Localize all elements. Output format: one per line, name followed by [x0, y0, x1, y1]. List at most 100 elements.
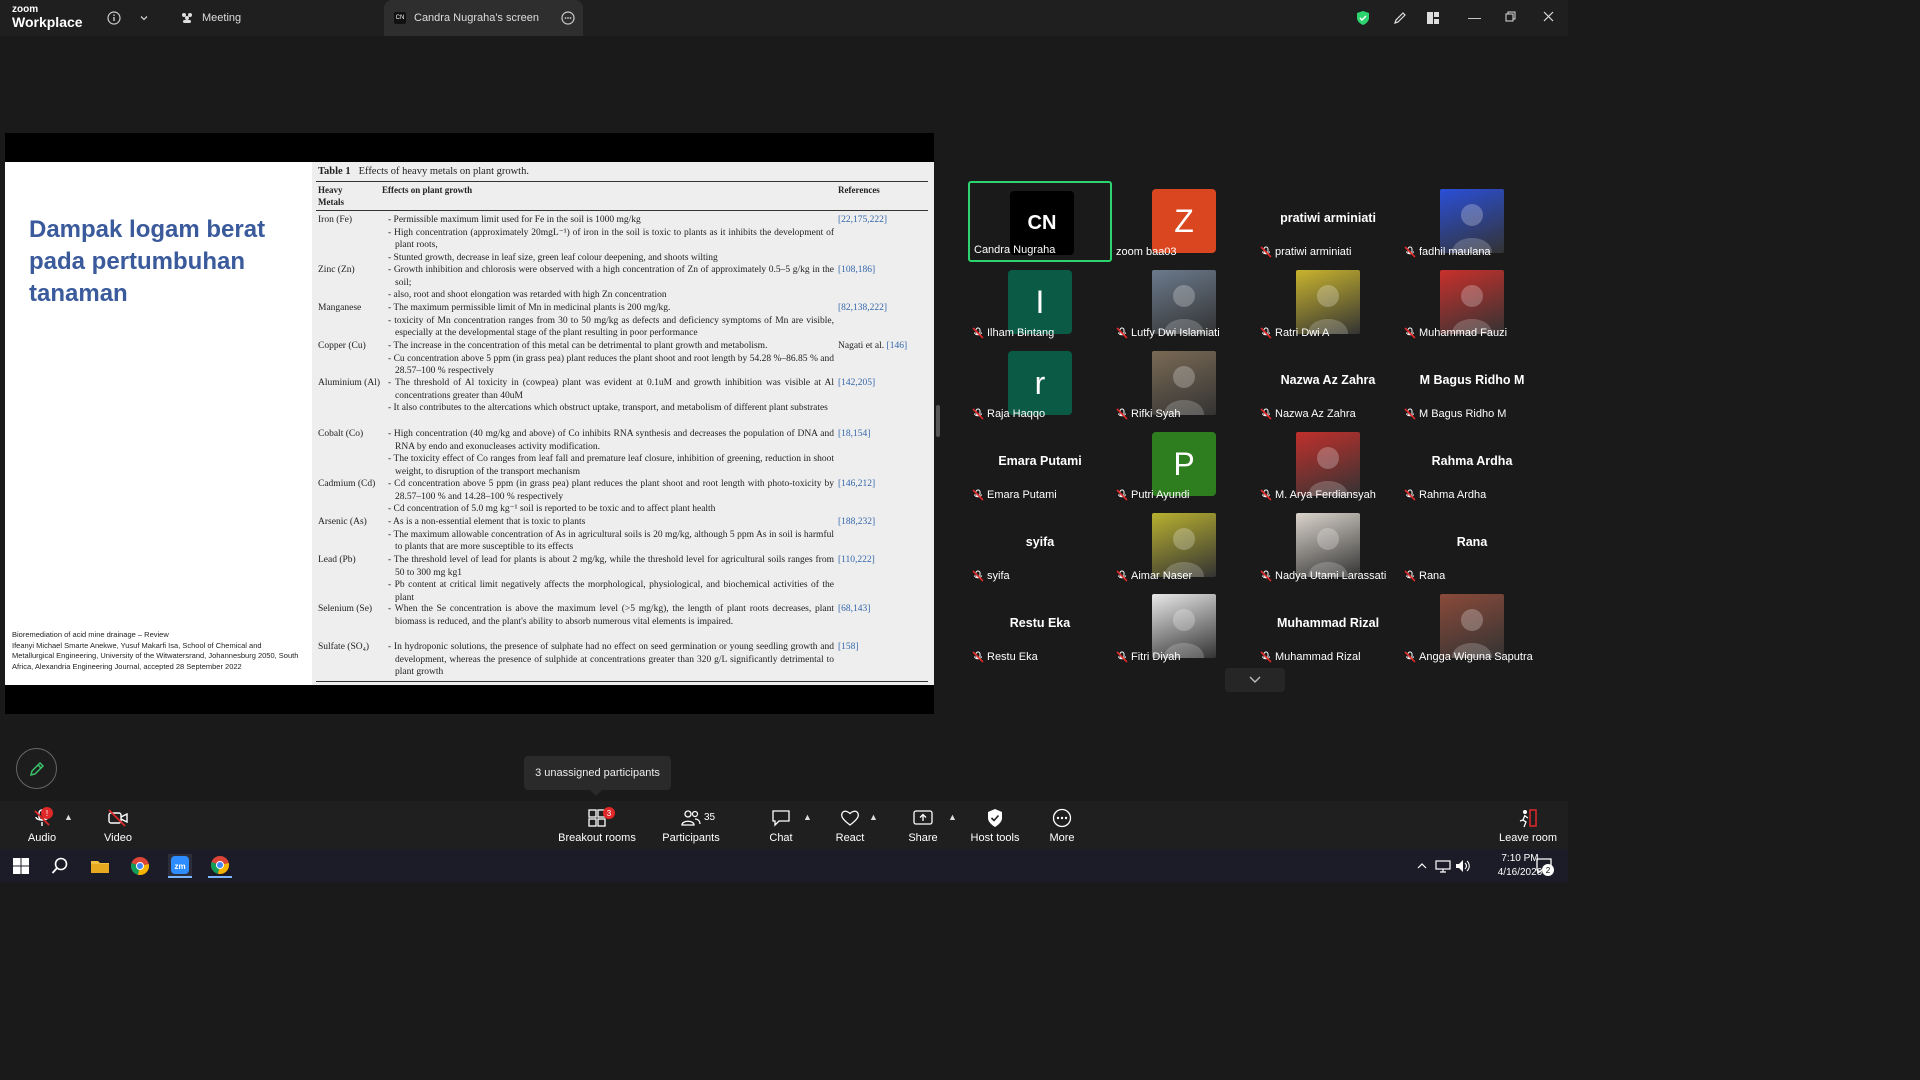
mic-muted-icon [972, 489, 987, 501]
windows-start-icon[interactable] [9, 854, 33, 878]
info-icon[interactable] [104, 8, 124, 28]
more-options-icon[interactable] [561, 11, 575, 28]
mic-muted-icon [972, 651, 987, 663]
security-shield-icon[interactable] [1353, 8, 1373, 28]
chrome-active-icon[interactable] [208, 854, 232, 878]
participant-label: Putri Ayundi [1116, 489, 1190, 501]
participant-tile[interactable]: Rana Rana [1400, 505, 1544, 586]
row-effects: - The threshold of Al toxicity in (cowpe… [388, 377, 834, 415]
more-button[interactable]: More [1022, 807, 1102, 847]
participant-tile[interactable]: CN Candra Nugraha [968, 181, 1112, 262]
heart-icon [839, 807, 861, 829]
close-icon[interactable] [1543, 10, 1554, 25]
participant-tile[interactable]: Fitri Diyah [1112, 586, 1256, 667]
participant-tile[interactable]: pratiwi arminiati pratiwi arminiati [1256, 181, 1400, 262]
participant-tile[interactable]: Nadya Utami Larassati [1256, 505, 1400, 586]
slide-title: Dampak logam berat pada pertumbuhan tana… [29, 216, 266, 307]
pencil-icon [29, 761, 44, 776]
participant-tile[interactable]: Aimar Naser [1112, 505, 1256, 586]
table-caption-label: Table 1 [318, 166, 351, 177]
reference-link[interactable]: [108,186] [838, 265, 875, 275]
chat-options-caret-icon[interactable]: ▲ [803, 812, 812, 822]
tray-chevron-up-icon[interactable] [1414, 854, 1430, 878]
reference-link[interactable]: [142,205] [838, 378, 875, 388]
effect-item: - High concentration (40 mg/kg and above… [388, 429, 834, 452]
reference-link[interactable]: [22,175,222] [838, 215, 887, 225]
participant-tile[interactable]: Muhammad Rizal Muhammad Rizal [1256, 586, 1400, 667]
participant-tile[interactable]: syifa syifa [968, 505, 1112, 586]
participant-tile[interactable]: Rahma Ardha Rahma Ardha [1400, 424, 1544, 505]
effect-item: - Cd concentration above 5 ppm (in grass… [388, 479, 834, 502]
share-options-caret-icon[interactable]: ▲ [948, 812, 957, 822]
annotate-pen-icon[interactable] [1390, 8, 1410, 28]
row-reference: [82,138,222] [838, 302, 930, 315]
taskbar-clock[interactable]: 7:10 PM 4/16/2026 [1490, 852, 1550, 880]
participant-name: Ilham Bintang [987, 327, 1055, 339]
network-icon[interactable] [1434, 854, 1452, 878]
tab-screen-share[interactable]: CN Candra Nugraha's screen [384, 0, 583, 36]
annotate-floating-button[interactable] [16, 748, 57, 789]
zoom-taskbar-icon[interactable]: zm [168, 854, 192, 878]
video-label: Video [104, 832, 132, 844]
search-icon[interactable] [48, 854, 72, 878]
participant-tile[interactable]: Lutfy Dwi Islamiati [1112, 262, 1256, 343]
participant-name: Rana [1419, 570, 1446, 582]
split-resize-handle[interactable] [936, 405, 940, 437]
chevron-down-icon[interactable] [134, 8, 154, 28]
audio-options-caret-icon[interactable]: ▲ [64, 812, 73, 822]
row-metal: Selenium (Se) [318, 604, 373, 614]
participant-tile[interactable]: fadhil maulana [1400, 181, 1544, 262]
participant-tile[interactable]: Muhammad Fauzi [1400, 262, 1544, 343]
react-options-caret-icon[interactable]: ▲ [869, 812, 878, 822]
video-button[interactable]: Video [78, 807, 158, 847]
react-button[interactable]: React [810, 807, 890, 847]
file-explorer-icon[interactable] [88, 854, 112, 878]
participant-tile[interactable]: Restu Eka Restu Eka [968, 586, 1112, 667]
participant-label: Nazwa Az Zahra [1260, 408, 1356, 420]
participant-tile[interactable]: Angga Wiguna Saputra [1400, 586, 1544, 667]
minimize-icon[interactable]: — [1468, 10, 1481, 25]
reference-link[interactable]: [18,154] [838, 429, 870, 439]
participant-name: pratiwi arminiati [1275, 246, 1352, 258]
reference-link[interactable]: [82,138,222] [838, 303, 887, 313]
tab-screen-label: Candra Nugraha's screen [414, 12, 540, 24]
gallery-next-page-button[interactable] [1225, 668, 1285, 692]
reference-link[interactable]: [110,222] [838, 555, 875, 565]
layout-view-icon[interactable] [1423, 8, 1443, 28]
restore-icon[interactable] [1505, 10, 1516, 25]
row-reference: [108,186] [838, 264, 930, 277]
participant-tile[interactable]: Nazwa Az Zahra Nazwa Az Zahra [1256, 343, 1400, 424]
slide-caption: Bioremediation of acid mine drainage – R… [12, 630, 302, 672]
participant-name: Emara Putami [987, 489, 1057, 501]
mic-muted-icon [1404, 489, 1419, 501]
row-metal: Cobalt (Co) [318, 429, 364, 439]
participant-tile[interactable]: Emara Putami Emara Putami [968, 424, 1112, 505]
reference-link[interactable]: [158] [838, 642, 859, 652]
participant-name: Ratri Dwi A [1275, 327, 1330, 339]
participant-name-display: Restu Eka [1009, 616, 1071, 630]
reference-author: Nagati et al. [838, 341, 887, 351]
participant-tile[interactable]: Ratri Dwi A [1256, 262, 1400, 343]
participant-label: Rana [1404, 570, 1445, 582]
participant-tile[interactable]: P Putri Ayundi [1112, 424, 1256, 505]
reference-link[interactable]: [146] [887, 341, 908, 351]
zoom-logo: zoom Workplace [12, 5, 83, 30]
volume-icon[interactable] [1454, 854, 1472, 878]
heavy-metals-table: Table 1 Effects of heavy metals on plant … [312, 162, 934, 685]
reference-link[interactable]: [146,212] [838, 479, 875, 489]
chrome-icon[interactable] [128, 854, 152, 878]
participant-tile[interactable]: Rifki Syah [1112, 343, 1256, 424]
participants-button[interactable]: Participants [651, 807, 731, 847]
participant-tile[interactable]: M. Arya Ferdiansyah [1256, 424, 1400, 505]
reference-link[interactable]: [188,232] [838, 517, 875, 527]
participant-tile[interactable]: I Ilham Bintang [968, 262, 1112, 343]
mic-muted-icon [1260, 408, 1275, 420]
participant-tile[interactable]: M Bagus Ridho M M Bagus Ridho M [1400, 343, 1544, 424]
breakout-rooms-button[interactable]: Breakout rooms [557, 807, 637, 847]
row-reference: [68,143] [838, 603, 930, 616]
participant-tile[interactable]: r Raja Haqqo [968, 343, 1112, 424]
reference-link[interactable]: [68,143] [838, 604, 870, 614]
tab-meeting[interactable]: Meeting [170, 0, 370, 36]
participant-tile[interactable]: Zzoom baa03 [1112, 181, 1256, 262]
leave-room-button[interactable]: Leave room [1488, 807, 1568, 847]
